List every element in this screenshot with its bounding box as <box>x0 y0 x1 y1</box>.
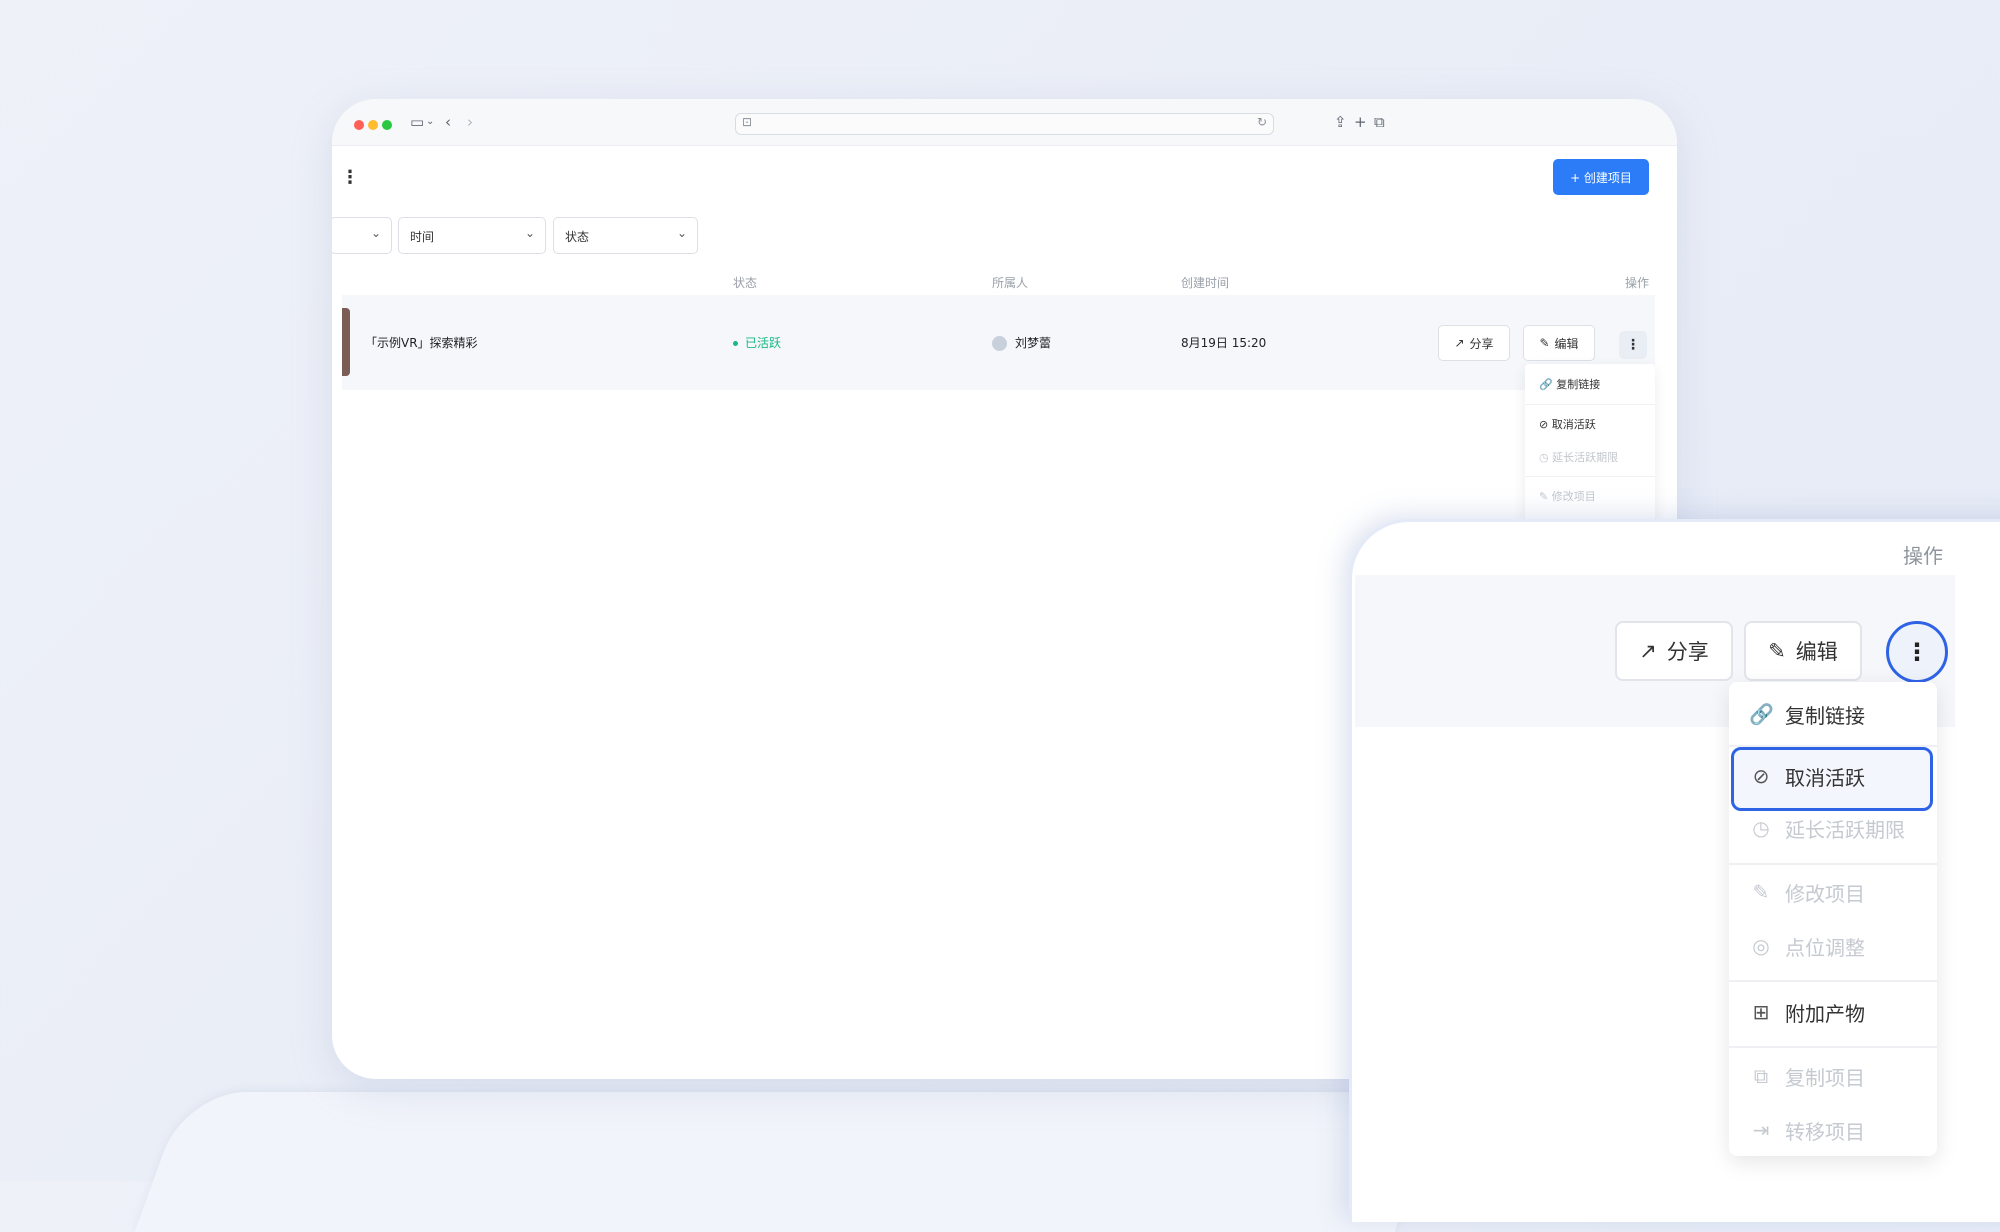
project-thumbnail <box>342 308 350 376</box>
chevron-down-icon[interactable]: ⌄ <box>426 116 434 127</box>
external-link-icon: ↗ <box>1454 336 1465 350</box>
menu-item-label: 附加产物 <box>1785 1001 1865 1026</box>
menu-item-label: 取消活跃 <box>1551 418 1596 431</box>
zoom-callout-panel: 操作 ↗ 分享 ✎ 编辑 ⋮ 🔗 复制链接 ⊘ 取消活跃 ◷ 延长活跃期限 ✎ … <box>1349 519 2000 1222</box>
back-icon[interactable]: ‹ <box>445 113 451 131</box>
menu-item-deactivate[interactable]: ⊘ 取消活跃 <box>1749 756 1865 796</box>
minimize-window-button[interactable] <box>368 120 378 130</box>
pen-icon: ✎ <box>1768 639 1786 663</box>
new-tab-icon[interactable]: + <box>1354 113 1367 131</box>
zoom-edit-button[interactable]: ✎ 编辑 <box>1744 621 1862 681</box>
menu-divider <box>1525 476 1655 477</box>
link-icon: 🔗 <box>1749 702 1774 726</box>
menu-item-points: ◎ 点位调整 <box>1749 926 1865 966</box>
filter-status-value: 状态 <box>565 230 590 244</box>
menu-item-modify: ✎ 修改项目 <box>1539 490 1596 503</box>
grid-icon: ⊞ <box>1752 1000 1770 1024</box>
share-page-icon[interactable]: ⇪ <box>1334 113 1347 131</box>
owner-cell: 刘梦蕾 <box>992 334 1051 351</box>
status-dot-icon <box>733 341 738 346</box>
menu-divider <box>1525 404 1655 405</box>
menu-divider <box>1729 863 1937 865</box>
edit-label: 编辑 <box>1554 336 1579 351</box>
target-icon: ◎ <box>1752 934 1770 958</box>
menu-item-label: 修改项目 <box>1785 881 1865 906</box>
menu-item-label: 转移项目 <box>1785 1119 1865 1144</box>
create-project-button[interactable]: + 创建项目 <box>1553 159 1649 195</box>
zoom-actions-dropdown: 🔗 复制链接 ⊘ 取消活跃 ◷ 延长活跃期限 ✎ 修改项目 ◎ 点位调整 ⊞ 附… <box>1729 682 1937 1156</box>
filter-time-select[interactable]: 时间 ⌄ <box>398 217 546 254</box>
menu-item-copy-link[interactable]: 🔗 复制链接 <box>1539 376 1600 392</box>
device-stand <box>134 1092 1446 1232</box>
owner-name: 刘梦蕾 <box>1015 336 1052 350</box>
header-created: 创建时间 <box>1181 276 1230 290</box>
zoom-share-label: 分享 <box>1666 640 1709 664</box>
project-name[interactable]: 「示例VR」探索精彩 <box>365 334 478 351</box>
avatar <box>992 336 1007 351</box>
sidebar-toggle-icon[interactable]: ▭ <box>410 113 424 131</box>
pen-icon: ✎ <box>1539 336 1550 350</box>
menu-item-label: 点位调整 <box>1785 935 1865 960</box>
copy-icon: ⧉ <box>1753 1064 1769 1088</box>
menu-item-extend: ◷ 延长活跃期限 <box>1539 451 1619 464</box>
filter-status-select[interactable]: 状态 ⌄ <box>553 217 698 254</box>
forward-icon[interactable]: › <box>467 113 473 131</box>
menu-item-label: 复制项目 <box>1785 1065 1865 1090</box>
external-link-icon: ↗ <box>1639 639 1657 663</box>
header-owner: 所属人 <box>992 276 1029 290</box>
transfer-icon: ⇥ <box>1752 1118 1770 1142</box>
edit-button[interactable]: ✎ 编辑 <box>1523 325 1595 361</box>
menu-divider <box>1729 1046 1937 1048</box>
close-window-button[interactable] <box>354 120 364 130</box>
clock-icon: ◷ <box>1752 816 1770 840</box>
reload-icon[interactable]: ↻ <box>1257 115 1267 129</box>
more-menu-icon[interactable]: ⋮ <box>341 167 359 188</box>
maximize-window-button[interactable] <box>382 120 392 130</box>
zoom-share-button[interactable]: ↗ 分享 <box>1615 621 1733 681</box>
status-text: 已活跃 <box>745 336 782 350</box>
menu-item-attachments[interactable]: ⊞ 附加产物 <box>1749 992 1865 1032</box>
menu-item-copy-link[interactable]: 🔗 复制链接 <box>1749 694 1865 734</box>
more-actions-button[interactable]: ⋮ <box>1619 331 1647 359</box>
share-label: 分享 <box>1469 336 1494 351</box>
header-actions: 操作 <box>1625 276 1650 290</box>
site-icon: ⊡ <box>742 115 753 129</box>
zoom-header-actions: 操作 <box>1903 544 1943 568</box>
menu-item-copy-project: ⧉ 复制项目 <box>1749 1056 1865 1096</box>
filter-time-value: 时间 <box>410 230 435 244</box>
share-button[interactable]: ↗ 分享 <box>1438 325 1510 361</box>
zoom-edit-label: 编辑 <box>1795 640 1838 664</box>
menu-item-label: 复制链接 <box>1556 378 1601 391</box>
address-bar[interactable]: ⊡ ↻ <box>735 113 1274 135</box>
menu-item-label: 延长活跃期限 <box>1785 817 1905 842</box>
browser-titlebar: ▭ ⌄ ‹ › ⊡ ↻ ⇪ + ⧉ <box>332 99 1677 146</box>
filter-select-1[interactable]: ⌄ <box>332 217 392 254</box>
ban-icon: ⊘ <box>1752 764 1770 788</box>
menu-item-modify: ✎ 修改项目 <box>1749 872 1865 912</box>
menu-item-label: 延长活跃期限 <box>1552 451 1619 464</box>
menu-item-label: 复制链接 <box>1785 703 1865 728</box>
zoom-more-actions-button[interactable]: ⋮ <box>1886 621 1948 683</box>
edit-icon: ✎ <box>1752 880 1770 904</box>
chevron-down-icon: ⌄ <box>676 226 687 240</box>
chevron-down-icon: ⌄ <box>370 226 381 240</box>
menu-item-label: 取消活跃 <box>1785 765 1865 790</box>
menu-item-label: 修改项目 <box>1551 490 1596 503</box>
chevron-down-icon: ⌄ <box>524 226 535 240</box>
menu-item-transfer: ⇥ 转移项目 <box>1749 1110 1865 1150</box>
menu-item-deactivate[interactable]: ⊘ 取消活跃 <box>1539 416 1596 432</box>
menu-item-extend: ◷ 延长活跃期限 <box>1749 808 1905 848</box>
status-badge: 已活跃 <box>733 334 781 351</box>
created-time: 8月19日 15:20 <box>1181 336 1267 350</box>
menu-divider <box>1729 980 1937 982</box>
tabs-overview-icon[interactable]: ⧉ <box>1374 113 1385 131</box>
menu-divider <box>1729 745 1937 747</box>
create-project-label: + 创建项目 <box>1570 170 1632 185</box>
header-status: 状态 <box>733 276 758 290</box>
